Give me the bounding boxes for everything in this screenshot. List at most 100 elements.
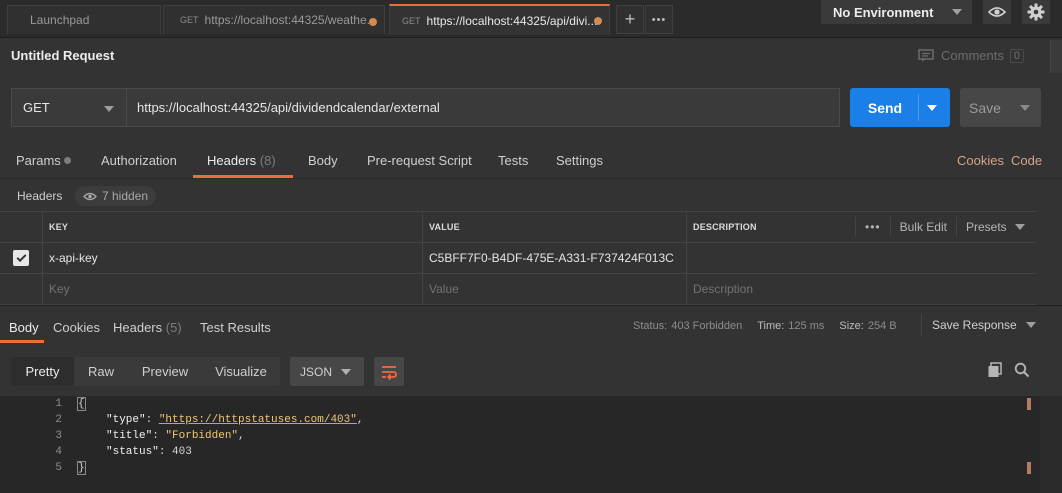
colon: : [145, 414, 159, 426]
json-key-status: "status" [106, 446, 159, 458]
save-response-label: Save Response [932, 318, 1017, 332]
tab-tests[interactable]: Tests [498, 153, 528, 168]
tab-weather-request[interactable]: GET https://localhost:44325/weathe... [163, 5, 385, 34]
tab-authorization[interactable]: Authorization [101, 153, 177, 168]
tab-headers[interactable]: Headers (8) [207, 153, 276, 168]
code-line-3: "title": "Forbidden", [106, 430, 245, 442]
scroll-marker [1027, 398, 1031, 410]
copy-icon [988, 362, 1002, 377]
scroll-marker [1027, 462, 1031, 474]
wrap-lines-button[interactable] [374, 357, 404, 386]
eye-icon [83, 192, 97, 200]
tab-method: GET [180, 15, 199, 25]
header-key-cell[interactable]: x-api-key [42, 243, 422, 273]
json-key-type: "type" [106, 414, 146, 426]
tab-settings[interactable]: Settings [556, 153, 603, 168]
line-number: 3 [55, 430, 62, 442]
table-row-new: Key Value Description [0, 274, 1036, 305]
line-number: 4 [55, 446, 62, 458]
environment-select[interactable]: No Environment [821, 0, 972, 24]
tab-params[interactable]: Params [16, 153, 71, 168]
tab-label: https://localhost:44325/api/divi... [426, 13, 598, 28]
view-pretty-button[interactable]: Pretty [11, 357, 74, 386]
send-button[interactable]: Send [850, 88, 950, 127]
tab-pre-request-label: Pre-request Script [367, 153, 472, 168]
new-description-input[interactable]: Description [686, 274, 1036, 304]
chevron-down-icon[interactable] [927, 105, 937, 111]
response-cookies-label: Cookies [53, 320, 100, 335]
cookies-link[interactable]: Cookies [957, 153, 1004, 168]
tab-method: GET [402, 15, 421, 26]
tab-response-headers[interactable]: Headers (5) [113, 320, 182, 335]
search-response-button[interactable] [1014, 362, 1030, 381]
code-line-2: "type": "https://httpstatuses.com/403", [106, 414, 363, 426]
json-value-type[interactable]: "https://httpstatuses.com/403" [159, 414, 357, 426]
method-select[interactable]: GET [11, 88, 126, 127]
code-link[interactable]: Code [1011, 153, 1042, 168]
size-value[interactable]: 254 B [868, 320, 897, 332]
tab-launchpad[interactable]: Launchpad [7, 5, 161, 34]
line-number: 5 [55, 462, 62, 474]
tab-dividend-request[interactable]: GET https://localhost:44325/api/divi... [389, 4, 610, 35]
presets-label: Presets [965, 219, 1007, 234]
table-more-button[interactable]: ••• [855, 216, 890, 237]
tab-response-body[interactable]: Body [9, 320, 39, 335]
status-value[interactable]: 403 Forbidden [671, 320, 742, 332]
unsaved-dot-icon [594, 17, 602, 25]
tab-label: https://localhost:44325/weathe... [204, 13, 377, 27]
view-preview-button[interactable]: Preview [128, 357, 202, 386]
eye-icon [988, 7, 1006, 17]
tab-settings-label: Settings [556, 153, 603, 168]
header-description-cell[interactable] [686, 243, 1036, 273]
presets-dropdown[interactable]: Presets [955, 216, 1034, 237]
new-value-input[interactable]: Value [422, 274, 686, 304]
comma: , [356, 414, 364, 426]
row-enabled-checkbox[interactable] [13, 250, 29, 266]
tab-params-label: Params [16, 153, 61, 168]
comment-icon [918, 48, 934, 62]
time-value[interactable]: 125 ms [788, 320, 824, 332]
method-selected: GET [23, 100, 50, 115]
copy-response-button[interactable] [987, 362, 1003, 381]
comments-button[interactable]: Comments 0 [918, 48, 1024, 63]
more-icon: ••• [865, 219, 881, 234]
column-header-key: KEY [42, 212, 422, 242]
response-body-label: Body [9, 320, 39, 335]
tab-pre-request-script[interactable]: Pre-request Script [367, 153, 472, 168]
tab-response-cookies[interactable]: Cookies [53, 320, 100, 335]
url-input[interactable]: https://localhost:44325/api/dividendcale… [126, 88, 840, 127]
response-headers-count: (5) [165, 320, 182, 335]
column-header-value: VALUE [422, 212, 686, 242]
request-title[interactable]: Untitled Request [11, 48, 114, 63]
environment-settings-button[interactable] [1022, 0, 1050, 24]
save-response-button[interactable]: Save Response [921, 314, 1036, 336]
table-tools: ••• Bulk Edit Presets [855, 211, 1034, 242]
format-select[interactable]: JSON [290, 357, 364, 386]
line-number: 1 [55, 398, 62, 410]
view-raw-button[interactable]: Raw [74, 357, 128, 386]
gear-icon [1027, 3, 1045, 21]
save-button[interactable]: Save [960, 88, 1041, 127]
new-key-input[interactable]: Key [42, 274, 422, 304]
header-value-cell[interactable]: C5BFF7F0-B4DF-475E-A331-F737424F013C [422, 243, 686, 273]
new-tab-button[interactable]: + [616, 5, 644, 34]
environment-quick-look-button[interactable] [983, 0, 1011, 24]
chevron-down-icon[interactable] [1020, 105, 1030, 111]
tab-body[interactable]: Body [308, 153, 338, 168]
tab-options-button[interactable]: ••• [645, 5, 673, 34]
params-indicator-icon [63, 157, 71, 164]
row-checkbox-cell [0, 243, 42, 273]
json-value-title: "Forbidden" [165, 430, 239, 442]
bulk-edit-button[interactable]: Bulk Edit [889, 216, 956, 237]
colon: : [152, 430, 166, 442]
response-code-editor[interactable]: 1 2 3 4 5 { "type": "https://httpstatuse… [0, 396, 1040, 493]
url-value: https://localhost:44325/api/dividendcale… [137, 100, 440, 115]
editor-scrollbar[interactable] [1040, 396, 1062, 493]
tab-headers-label: Headers [207, 153, 257, 168]
hidden-headers-label: 7 hidden [102, 189, 149, 203]
more-icon: ••• [651, 13, 667, 26]
hidden-headers-toggle[interactable]: 7 hidden [75, 186, 157, 206]
bulk-edit-label: Bulk Edit [899, 219, 947, 234]
view-visualize-button[interactable]: Visualize [202, 357, 280, 386]
tab-test-results[interactable]: Test Results [200, 320, 271, 335]
